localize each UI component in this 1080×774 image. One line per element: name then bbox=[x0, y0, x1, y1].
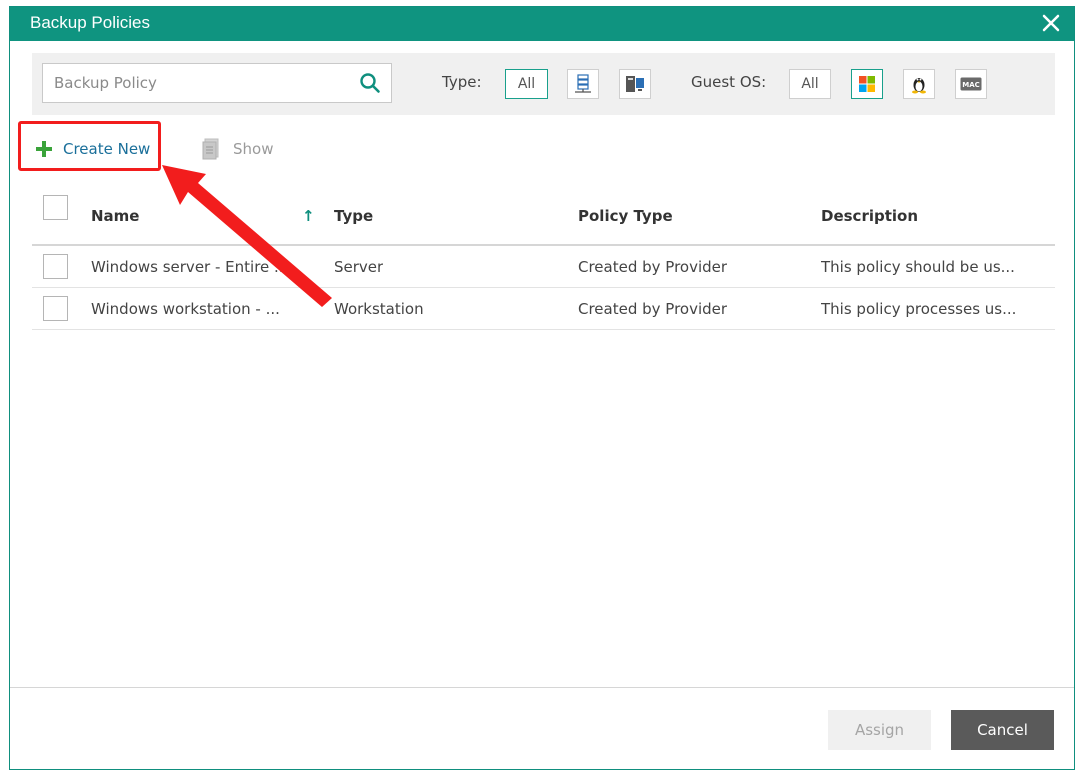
search-icon[interactable] bbox=[359, 72, 381, 94]
cancel-button[interactable]: Cancel bbox=[951, 710, 1054, 750]
row-type: Workstation bbox=[334, 300, 424, 318]
column-header-name[interactable]: Name bbox=[91, 207, 139, 225]
linux-os-icon bbox=[912, 78, 926, 94]
mac-os-icon-label: MAC bbox=[962, 81, 980, 89]
show-button[interactable]: Show bbox=[202, 135, 273, 163]
type-all-button[interactable]: All bbox=[505, 69, 548, 99]
guest-os-filter-label: Guest OS: bbox=[691, 73, 767, 91]
sort-up-arrow-icon[interactable]: ↑ bbox=[302, 207, 315, 225]
table-header: Name ↑ Type Policy Type Description bbox=[32, 190, 1055, 246]
search-input[interactable] bbox=[43, 64, 343, 102]
show-document-icon bbox=[202, 138, 219, 160]
row-name: Windows server - Entire ... bbox=[91, 258, 289, 276]
column-header-type[interactable]: Type bbox=[334, 207, 373, 225]
select-all-checkbox[interactable] bbox=[43, 195, 68, 220]
row-type: Server bbox=[334, 258, 384, 276]
dialog-footer: Assign Cancel bbox=[10, 687, 1074, 771]
os-windows-button[interactable] bbox=[851, 69, 883, 99]
filter-bar: Type: All Guest OS: All bbox=[32, 53, 1055, 115]
column-header-description[interactable]: Description bbox=[821, 207, 918, 225]
type-filter-label: Type: bbox=[442, 73, 482, 91]
policies-table: Name ↑ Type Policy Type Description Wind… bbox=[32, 190, 1055, 330]
row-policy-type: Created by Provider bbox=[578, 258, 728, 276]
backup-policies-dialog: Backup Policies Type: All bbox=[9, 6, 1075, 770]
dialog-title: Backup Policies bbox=[30, 13, 151, 32]
type-workstation-button[interactable] bbox=[619, 69, 651, 99]
mac-os-icon: MAC bbox=[960, 77, 982, 91]
search-box bbox=[42, 63, 392, 103]
row-description: This policy should be us... bbox=[821, 258, 1015, 276]
type-server-button[interactable] bbox=[567, 69, 599, 99]
assign-button[interactable]: Assign bbox=[828, 710, 931, 750]
column-header-policy-type[interactable]: Policy Type bbox=[578, 207, 673, 225]
row-policy-type: Created by Provider bbox=[578, 300, 728, 318]
row-checkbox[interactable] bbox=[43, 296, 68, 321]
server-type-icon bbox=[575, 74, 591, 93]
show-label: Show bbox=[233, 140, 274, 158]
row-name: Windows workstation - ... bbox=[91, 300, 280, 318]
row-description: This policy processes us... bbox=[821, 300, 1017, 318]
os-mac-button[interactable]: MAC bbox=[955, 69, 987, 99]
os-linux-button[interactable] bbox=[903, 69, 935, 99]
annotation-highlight-box bbox=[18, 121, 161, 171]
table-row[interactable]: Windows server - Entire ... Server Creat… bbox=[32, 246, 1055, 288]
row-checkbox[interactable] bbox=[43, 254, 68, 279]
table-row[interactable]: Windows workstation - ... Workstation Cr… bbox=[32, 288, 1055, 330]
close-icon[interactable] bbox=[1040, 12, 1062, 34]
os-all-button[interactable]: All bbox=[789, 69, 831, 99]
workstation-type-icon bbox=[626, 76, 644, 92]
windows-os-icon bbox=[859, 76, 875, 92]
dialog-titlebar: Backup Policies bbox=[10, 7, 1074, 41]
